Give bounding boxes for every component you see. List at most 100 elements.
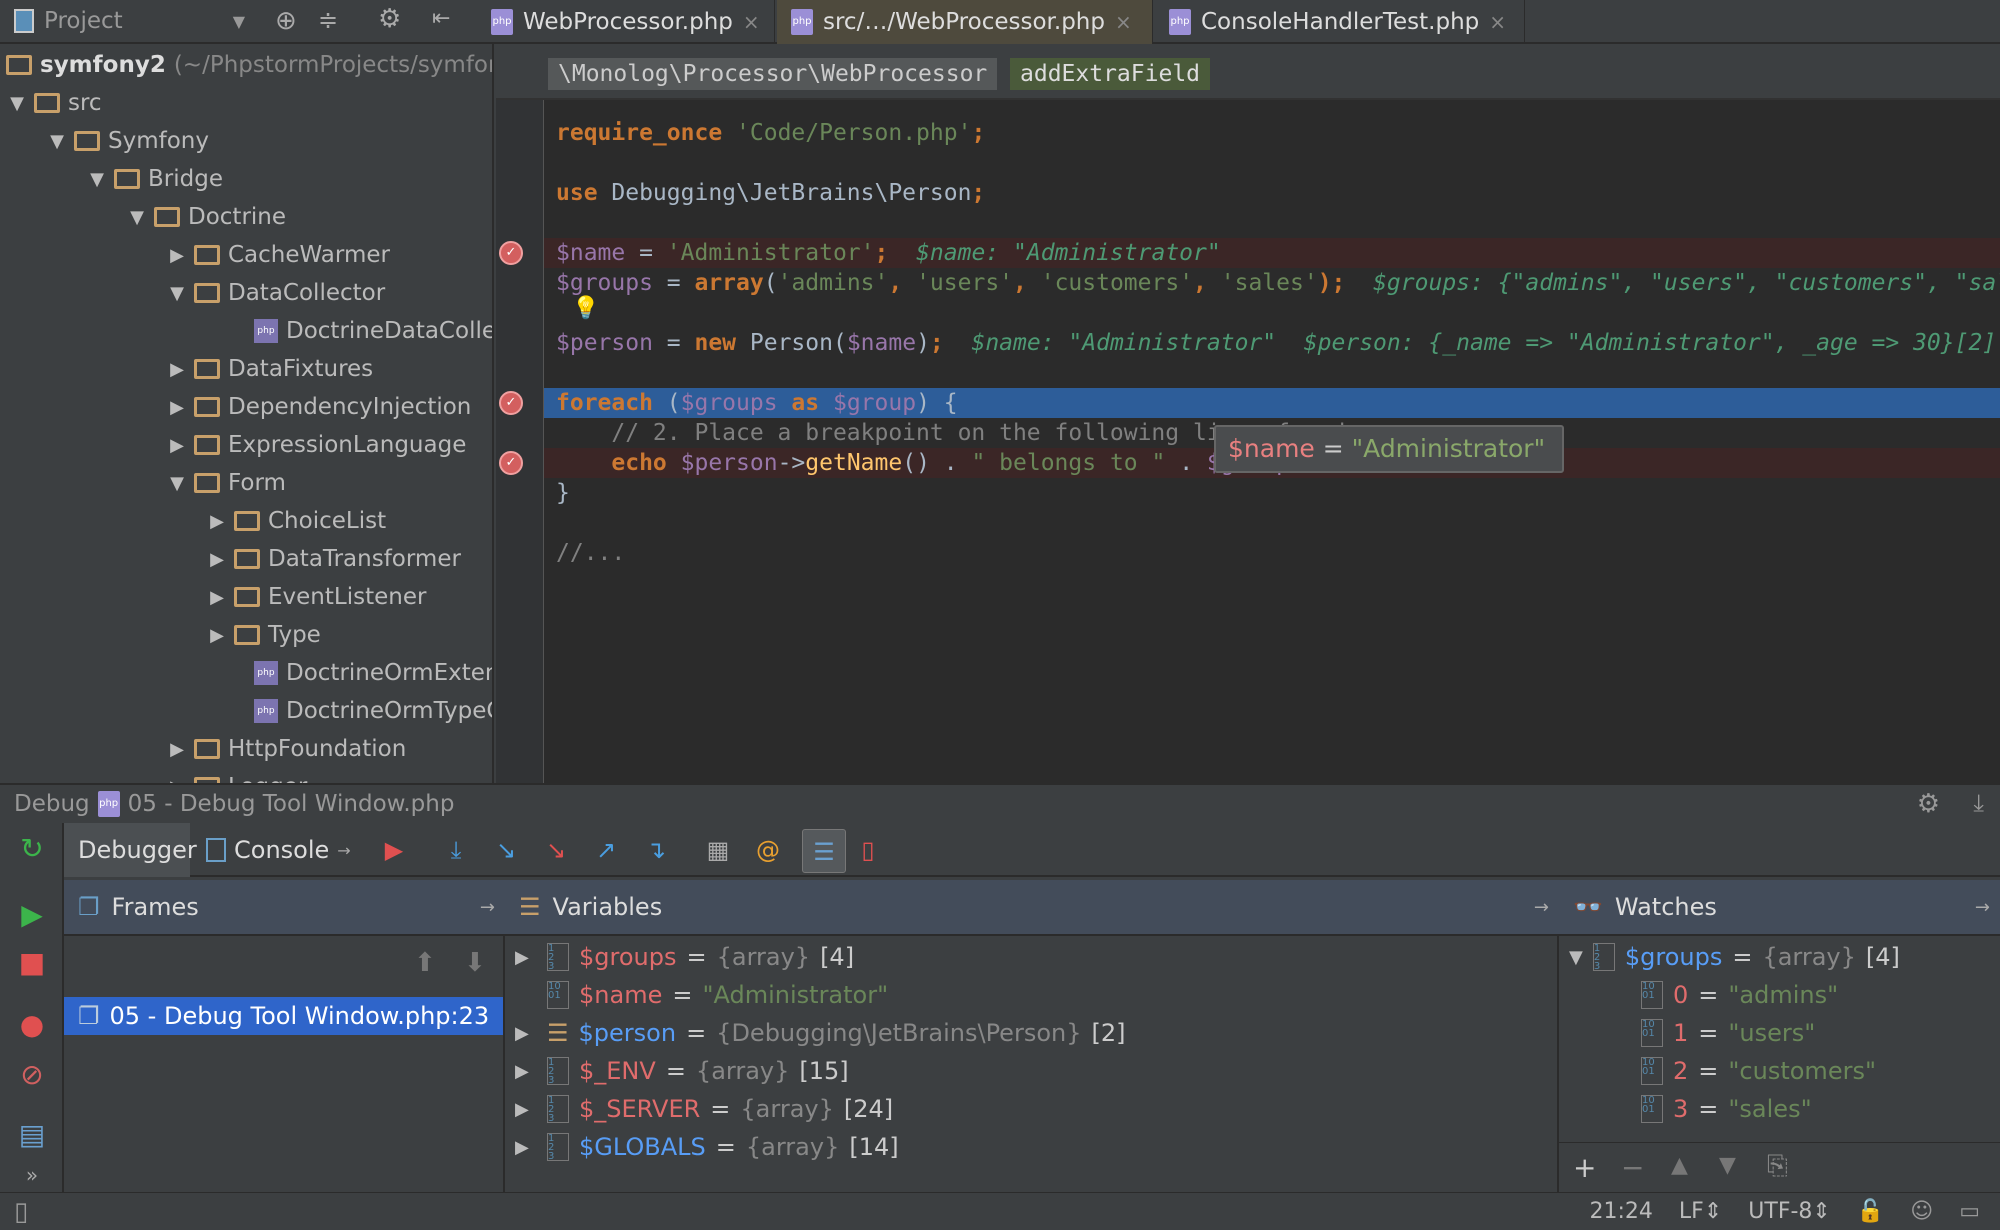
close-icon[interactable]: × [743, 10, 760, 34]
expanded-triangle-icon[interactable]: ▼ [1569, 947, 1583, 968]
tree-item[interactable]: ▼ DataCollector [168, 274, 385, 312]
event-log-icon[interactable]: ▭ [1959, 1199, 1980, 1224]
tree-item[interactable]: ▶ ChoiceList [208, 502, 386, 540]
copy-icon[interactable]: ⎘ [1767, 1151, 1788, 1182]
collapsed-triangle-icon[interactable]: ▶ [515, 1023, 537, 1044]
expanded-triangle-icon[interactable]: ▼ [168, 473, 186, 494]
variable-row[interactable]: ▶ 1 2 3 $_SERVER = {array} [24] [515, 1090, 893, 1128]
restore-layout-icon[interactable]: ▯ [854, 836, 882, 864]
tree-item[interactable]: ▶ CacheWarmer [168, 236, 390, 274]
pin-icon[interactable]: → [480, 897, 495, 918]
watch-icon[interactable]: @ [754, 836, 782, 864]
tree-item[interactable]: php DoctrineOrmExtension.php [208, 654, 492, 692]
tree-item[interactable]: ▶ DataFixtures [168, 350, 373, 388]
watch-item[interactable]: 10 01 2 = "customers" [1641, 1052, 1876, 1090]
show-execution-point-icon[interactable]: ▶ [380, 836, 408, 864]
expanded-triangle-icon[interactable]: ▼ [168, 283, 186, 304]
frame-item[interactable]: ❐ 05 - Debug Tool Window.php:23 [64, 997, 503, 1035]
pin-icon[interactable]: → [1975, 897, 1990, 918]
collapsed-triangle-icon[interactable]: ▶ [208, 511, 226, 532]
collapsed-triangle-icon[interactable]: ▶ [168, 435, 186, 456]
pin-icon[interactable]: → [1534, 897, 1549, 918]
view-breakpoints-icon[interactable]: ● [16, 1009, 48, 1041]
watch-root[interactable]: ▼ 123 $groups = {array} [4] [1569, 938, 1900, 976]
force-step-into-icon[interactable]: ↘ [542, 836, 570, 864]
code-line[interactable]: //... [544, 538, 2000, 568]
collapsed-triangle-icon[interactable]: ▶ [515, 1099, 537, 1120]
expanded-triangle-icon[interactable]: ▼ [8, 93, 26, 114]
tree-item[interactable]: php DoctrineDataCollector.php [208, 312, 492, 350]
previous-frame-icon[interactable]: ⬆ [414, 948, 436, 978]
collapsed-triangle-icon[interactable]: ▶ [168, 739, 186, 760]
encoding[interactable]: UTF-8⇕ [1748, 1199, 1831, 1224]
tool-windows-icon[interactable]: ▯ [14, 1197, 28, 1227]
tree-root[interactable]: symfony2 (~/PhpstormProjects/symfony2) [6, 46, 492, 84]
locate-icon[interactable]: ⊕ [275, 6, 297, 36]
evaluate-expression-icon[interactable]: ▦ [704, 836, 732, 864]
tree-item[interactable]: ▶ DataTransformer [208, 540, 461, 578]
code-line[interactable]: use Debugging\JetBrains\Person; [544, 178, 2000, 208]
move-down-icon[interactable]: ▼ [1719, 1153, 1736, 1178]
pin-icon[interactable]: → [337, 841, 350, 860]
collapsed-triangle-icon[interactable]: ▶ [168, 359, 186, 380]
hide-icon[interactable]: ⤓ [1973, 789, 1984, 817]
lock-icon[interactable]: 🔓 [1857, 1199, 1884, 1224]
variable-row[interactable]: ▶ 1 2 3 $groups = {array} [4] [515, 938, 854, 976]
code-line[interactable]: $name = 'Administrator'; $name: "Adminis… [544, 238, 2000, 268]
code-line[interactable]: $person = new Person($name); $name: "Adm… [544, 328, 2000, 358]
tree-item[interactable]: ▶ EventListener [208, 578, 426, 616]
tree-item[interactable]: ▼ Bridge [88, 160, 223, 198]
tree-item[interactable]: ▶ Type [208, 616, 321, 654]
collapsed-triangle-icon[interactable]: ▶ [208, 587, 226, 608]
more-icon[interactable]: » [16, 1159, 48, 1191]
add-icon[interactable]: + [1573, 1151, 1596, 1184]
run-to-cursor-icon[interactable]: ↴ [642, 836, 670, 864]
breakpoint-icon[interactable]: ✓ [499, 241, 523, 265]
caret-position[interactable]: 21:24 [1590, 1199, 1653, 1224]
collapsed-triangle-icon[interactable]: ▶ [515, 947, 537, 968]
project-view-selector[interactable]: Project ▼ [14, 8, 245, 34]
breadcrumb-method[interactable]: addExtraField [1010, 58, 1211, 90]
collapsed-triangle-icon[interactable]: ▶ [515, 1137, 537, 1158]
show-values-inline-icon[interactable]: ☰ [802, 829, 846, 873]
watch-item[interactable]: 10 01 0 = "admins" [1641, 976, 1838, 1014]
mute-breakpoints-icon[interactable]: ⊘ [16, 1059, 48, 1091]
code-line[interactable]: require_once 'Code/Person.php'; [544, 118, 2000, 148]
expanded-triangle-icon[interactable]: ▼ [128, 207, 146, 228]
next-frame-icon[interactable]: ⬇ [464, 948, 486, 978]
inspector-icon[interactable]: ☺ [1910, 1199, 1933, 1224]
variable-row[interactable]: ▶ 1 2 3 $_ENV = {array} [15] [515, 1052, 849, 1090]
variable-row[interactable]: ▶ 1 2 3 $GLOBALS = {array} [14] [515, 1128, 899, 1166]
tree-item[interactable]: ▶ HttpFoundation [168, 730, 406, 768]
stop-icon[interactable]: ■ [16, 947, 48, 979]
step-over-icon[interactable]: ⤓ [442, 836, 470, 864]
tree-item[interactable]: ▼ Form [168, 464, 286, 502]
variable-row[interactable]: 10 01 $name = "Administrator" [515, 976, 898, 1014]
gutter[interactable]: ✓ ✓ ✓ [496, 100, 544, 783]
expanded-triangle-icon[interactable]: ▼ [88, 169, 106, 190]
collapsed-triangle-icon[interactable]: ▶ [168, 245, 186, 266]
tab-consolehandlertest[interactable]: php ConsoleHandlerTest.php × [1155, 0, 1525, 44]
variable-row[interactable]: ▶ ☰ $person = {Debugging\JetBrains\Person} [2… [515, 1014, 1125, 1052]
watch-item[interactable]: 10 01 1 = "users" [1641, 1014, 1815, 1052]
remove-icon[interactable]: − [1621, 1151, 1644, 1184]
expanded-triangle-icon[interactable]: ▼ [48, 131, 66, 152]
collapsed-triangle-icon[interactable]: ▶ [168, 397, 186, 418]
tab-webprocessor[interactable]: php WebProcessor.php × [477, 0, 775, 44]
gear-icon[interactable]: ⚙ [1917, 789, 1940, 819]
tab-debugger[interactable]: Debugger [64, 823, 197, 877]
resume-icon[interactable]: ▶ [16, 899, 48, 931]
tree-item[interactable]: ▶ ExpressionLanguage [168, 426, 466, 464]
collapsed-triangle-icon[interactable]: ▶ [208, 549, 226, 570]
code-line[interactable]: } [544, 478, 2000, 508]
step-out-icon[interactable]: ↗ [592, 836, 620, 864]
tree-item[interactable]: php DoctrineOrmTypeGuesser.php [208, 692, 492, 730]
layout-icon[interactable]: ▤ [16, 1119, 48, 1151]
code-line[interactable]: $groups = array('admins', 'users', 'cust… [544, 268, 2000, 298]
line-separator[interactable]: LF⇕ [1679, 1199, 1722, 1224]
tree-item[interactable]: ▼ Symfony [48, 122, 209, 160]
close-icon[interactable]: × [1489, 10, 1506, 34]
collapse-all-icon[interactable]: ≑ [318, 6, 338, 34]
code-line[interactable]: foreach ($groups as $group) { [544, 388, 2000, 418]
breakpoint-icon[interactable]: ✓ [499, 451, 523, 475]
